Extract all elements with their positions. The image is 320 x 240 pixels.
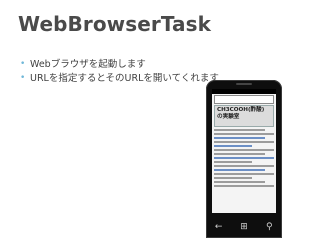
bullet-item: • URLを指定するとそのURLを開いてくれます: [20, 72, 219, 86]
bullet-list: • Webブラウザを起動します • URLを指定するとそのURLを開いてくれます: [20, 58, 219, 86]
bullet-text: URLを指定するとそのURLを開いてくれます: [30, 73, 219, 84]
system-tray: [212, 89, 276, 94]
web-page-text-line: [214, 185, 274, 187]
hardware-buttons: ← ⊞ ⚲: [206, 216, 282, 238]
web-page-text-line: [214, 141, 274, 143]
web-page-text-line: [214, 181, 266, 183]
web-page-subheading: の実験室: [217, 114, 240, 120]
slide-title: WebBrowserTask: [18, 12, 212, 36]
bullet-item: • Webブラウザを起動します: [20, 58, 219, 72]
web-page-text-line: [214, 149, 274, 151]
phone-device: CH3COOH(酢酸) の実験室 ← ⊞ ⚲: [206, 80, 282, 238]
windows-icon[interactable]: ⊞: [237, 222, 251, 232]
web-page-link-line[interactable]: [214, 169, 266, 171]
web-page-text-line: [214, 165, 274, 167]
slide: WebBrowserTask • Webブラウザを起動します • URLを指定す…: [0, 0, 320, 240]
web-page-text-line: [214, 129, 266, 131]
back-icon[interactable]: ←: [212, 222, 226, 232]
bullet-dot-icon: •: [20, 59, 26, 69]
web-page-text-line: [214, 161, 253, 163]
web-page-link-line[interactable]: [214, 137, 266, 139]
bullet-text: Webブラウザを起動します: [30, 59, 146, 70]
web-page-header: CH3COOH(酢酸) の実験室: [214, 105, 274, 127]
web-page-text-line: [214, 177, 253, 179]
phone-speaker: [236, 83, 252, 85]
web-page-heading: CH3COOH(酢酸): [217, 107, 265, 113]
web-page-link-line[interactable]: [214, 157, 274, 159]
web-page-text-line: [214, 153, 266, 155]
search-icon[interactable]: ⚲: [262, 222, 276, 232]
web-page-text-line: [214, 173, 274, 175]
bullet-dot-icon: •: [20, 73, 26, 83]
web-page-text-line: [214, 133, 274, 135]
web-page-link-line[interactable]: [214, 145, 253, 147]
phone-screen: CH3COOH(酢酸) の実験室: [212, 89, 276, 213]
browser-address-bar[interactable]: [214, 95, 274, 104]
